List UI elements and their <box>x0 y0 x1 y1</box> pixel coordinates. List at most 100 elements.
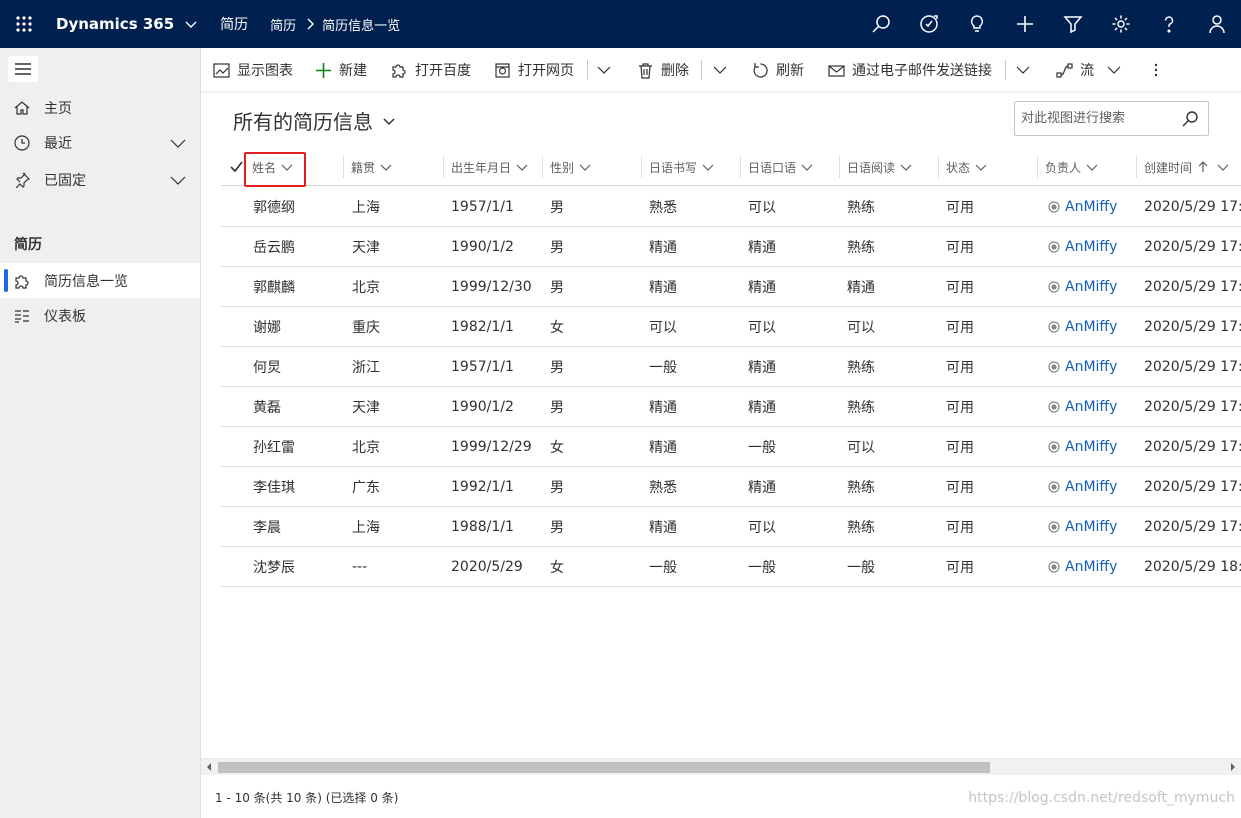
column-header-name[interactable]: 姓名 <box>243 148 307 187</box>
table-row[interactable]: 黄磊 天津 1990/1/2 男 精通 精通 熟练 可用 AnMiffy 2020/5/29 17… <box>221 387 1241 427</box>
cell-japanese-writing: 熟悉 <box>649 200 677 216</box>
cell-owner[interactable]: AnMiffy <box>1048 467 1117 507</box>
cell-name[interactable]: 郭德纲 <box>253 187 295 227</box>
cell-status: 可用 <box>946 360 974 376</box>
open-web-button[interactable]: 打开网页 <box>494 48 574 92</box>
new-button[interactable]: 新建 <box>315 48 367 92</box>
sidebar-item-resume-list[interactable]: 简历信息一览 <box>0 263 200 298</box>
top-bar: Dynamics 365 简历 简历 简历信息一览 <box>0 0 1241 48</box>
chevron-down-icon[interactable] <box>170 135 186 151</box>
hamburger-menu-icon[interactable] <box>8 56 38 82</box>
column-header-status[interactable]: 状态 <box>946 148 987 186</box>
filter-icon[interactable] <box>1049 0 1097 48</box>
show-chart-button[interactable]: 显示图表 <box>213 48 293 92</box>
owner-status-icon <box>1048 481 1060 493</box>
delete-options-dropdown[interactable] <box>713 48 727 92</box>
cell-name[interactable]: 黄磊 <box>253 387 281 427</box>
cell-name[interactable]: 沈梦辰 <box>253 547 295 587</box>
lightbulb-icon[interactable] <box>953 0 1001 48</box>
horizontal-scrollbar[interactable] <box>201 758 1241 775</box>
user-icon[interactable] <box>1193 0 1241 48</box>
email-options-dropdown[interactable] <box>1016 48 1030 92</box>
cell-owner[interactable]: AnMiffy <box>1048 267 1117 307</box>
cell-japanese-reading: 可以 <box>847 320 875 336</box>
table-row[interactable]: 郭麒麟 北京 1999/12/30 男 精通 精通 精通 可用 AnMiffy 2020/5/29… <box>221 267 1241 307</box>
breadcrumb-item[interactable]: 简历 <box>270 15 296 34</box>
cell-name[interactable]: 孙红雷 <box>253 427 295 467</box>
sidebar-item-dashboard[interactable]: 仪表板 <box>0 298 200 333</box>
column-header-owner[interactable]: 负责人 <box>1045 148 1098 186</box>
table-row[interactable]: 孙红雷 北京 1999/12/29 女 精通 一般 可以 可用 AnMiffy 2020/5/29… <box>221 427 1241 467</box>
cell-japanese-reading: 可以 <box>847 440 875 456</box>
table-row[interactable]: 郭德纲 上海 1957/1/1 男 熟悉 可以 熟练 可用 AnMiffy 2020/5/29 1… <box>221 187 1241 227</box>
cell-owner[interactable]: AnMiffy <box>1048 547 1117 587</box>
select-all-checkmark-icon[interactable] <box>229 159 244 174</box>
column-header-japanese-speaking[interactable]: 日语口语 <box>748 148 813 186</box>
search-icon[interactable] <box>1182 111 1198 127</box>
cell-name[interactable]: 岳云鹏 <box>253 227 295 267</box>
table-row[interactable]: 何炅 浙江 1957/1/1 男 一般 精通 熟练 可用 AnMiffy 2020/5/29 17… <box>221 347 1241 387</box>
assistant-icon[interactable] <box>905 0 953 48</box>
cell-name[interactable]: 郭麒麟 <box>253 267 295 307</box>
search-input[interactable] <box>1021 103 1181 134</box>
table-row[interactable]: 李佳琪 广东 1992/1/1 男 熟悉 精通 熟练 可用 AnMiffy 2020/5/29 1… <box>221 467 1241 507</box>
column-header-created-on[interactable]: 创建时间 <box>1144 148 1229 186</box>
cell-name[interactable]: 李晨 <box>253 507 281 547</box>
sidebar-item-recent[interactable]: 最近 <box>0 125 200 160</box>
cell-name[interactable]: 何炅 <box>253 347 281 387</box>
cell-japanese-writing: 一般 <box>649 560 677 576</box>
refresh-button[interactable]: 刷新 <box>752 48 804 92</box>
cell-owner[interactable]: AnMiffy <box>1048 427 1117 467</box>
cell-status: 可用 <box>946 440 974 456</box>
view-selector[interactable]: 所有的简历信息 <box>233 106 397 135</box>
cell-hometown: 广东 <box>352 480 380 496</box>
more-options-icon[interactable] <box>1149 48 1163 92</box>
cell-owner[interactable]: AnMiffy <box>1048 507 1117 547</box>
open-baidu-button[interactable]: 打开百度 <box>391 48 471 92</box>
cell-owner[interactable]: AnMiffy <box>1048 347 1117 387</box>
chevron-down-icon[interactable] <box>170 172 186 188</box>
cell-japanese-reading: 熟练 <box>847 520 875 536</box>
table-row[interactable]: 沈梦辰 --- 2020/5/29 女 一般 一般 一般 可用 AnMiffy 2020/5/29… <box>221 547 1241 587</box>
sidebar-item-home[interactable]: 主页 <box>0 90 200 125</box>
help-icon[interactable] <box>1145 0 1193 48</box>
cell-japanese-writing: 熟悉 <box>649 480 677 496</box>
column-header-hometown[interactable]: 籍贯 <box>351 148 392 186</box>
table-row[interactable]: 李晨 上海 1988/1/1 男 精通 可以 熟练 可用 AnMiffy 2020/5/29 17… <box>221 507 1241 547</box>
table-row[interactable]: 岳云鹏 天津 1990/1/2 男 精通 精通 熟练 可用 AnMiffy 2020/5/29 1… <box>221 227 1241 267</box>
chevron-right-icon <box>307 18 315 30</box>
more-commands-dropdown[interactable] <box>597 48 611 92</box>
flow-button[interactable]: 流 <box>1056 48 1094 92</box>
plus-icon[interactable] <box>1001 0 1049 48</box>
flow-dropdown[interactable] <box>1107 48 1121 92</box>
column-header-birthdate[interactable]: 出生年月日 <box>451 148 528 186</box>
app-name[interactable]: Dynamics 365 <box>56 15 174 33</box>
delete-button[interactable]: 删除 <box>637 48 689 92</box>
app-launcher-icon[interactable] <box>0 0 48 48</box>
owner-status-icon <box>1048 321 1060 333</box>
cell-birthdate: 1982/1/1 <box>451 319 514 335</box>
cell-hometown: 浙江 <box>352 360 380 376</box>
cell-gender: 女 <box>550 440 564 456</box>
cell-created-on: 2020/5/29 17:... <box>1144 279 1241 295</box>
cell-name[interactable]: 谢娜 <box>253 307 281 347</box>
cell-hometown: 上海 <box>352 200 380 216</box>
cell-owner[interactable]: AnMiffy <box>1048 187 1117 227</box>
scroll-left-arrow-icon[interactable] <box>205 763 213 771</box>
column-header-gender[interactable]: 性别 <box>550 148 591 186</box>
cell-birthdate: 1957/1/1 <box>451 359 514 375</box>
chevron-down-icon[interactable] <box>184 17 198 31</box>
cell-owner[interactable]: AnMiffy <box>1048 307 1117 347</box>
email-link-button[interactable]: 通过电子邮件发送链接 <box>828 48 992 92</box>
column-header-japanese-reading[interactable]: 日语阅读 <box>847 148 912 186</box>
cell-name[interactable]: 李佳琪 <box>253 467 295 507</box>
scrollbar-thumb[interactable] <box>218 762 990 773</box>
gear-icon[interactable] <box>1097 0 1145 48</box>
scroll-right-arrow-icon[interactable] <box>1229 763 1237 771</box>
sidebar-item-pinned[interactable]: 已固定 <box>0 162 200 197</box>
column-header-japanese-writing[interactable]: 日语书写 <box>649 148 714 186</box>
cell-owner[interactable]: AnMiffy <box>1048 227 1117 267</box>
search-icon[interactable] <box>857 0 905 48</box>
table-row[interactable]: 谢娜 重庆 1982/1/1 女 可以 可以 可以 可用 AnMiffy 2020/5/29 17… <box>221 307 1241 347</box>
cell-owner[interactable]: AnMiffy <box>1048 387 1117 427</box>
